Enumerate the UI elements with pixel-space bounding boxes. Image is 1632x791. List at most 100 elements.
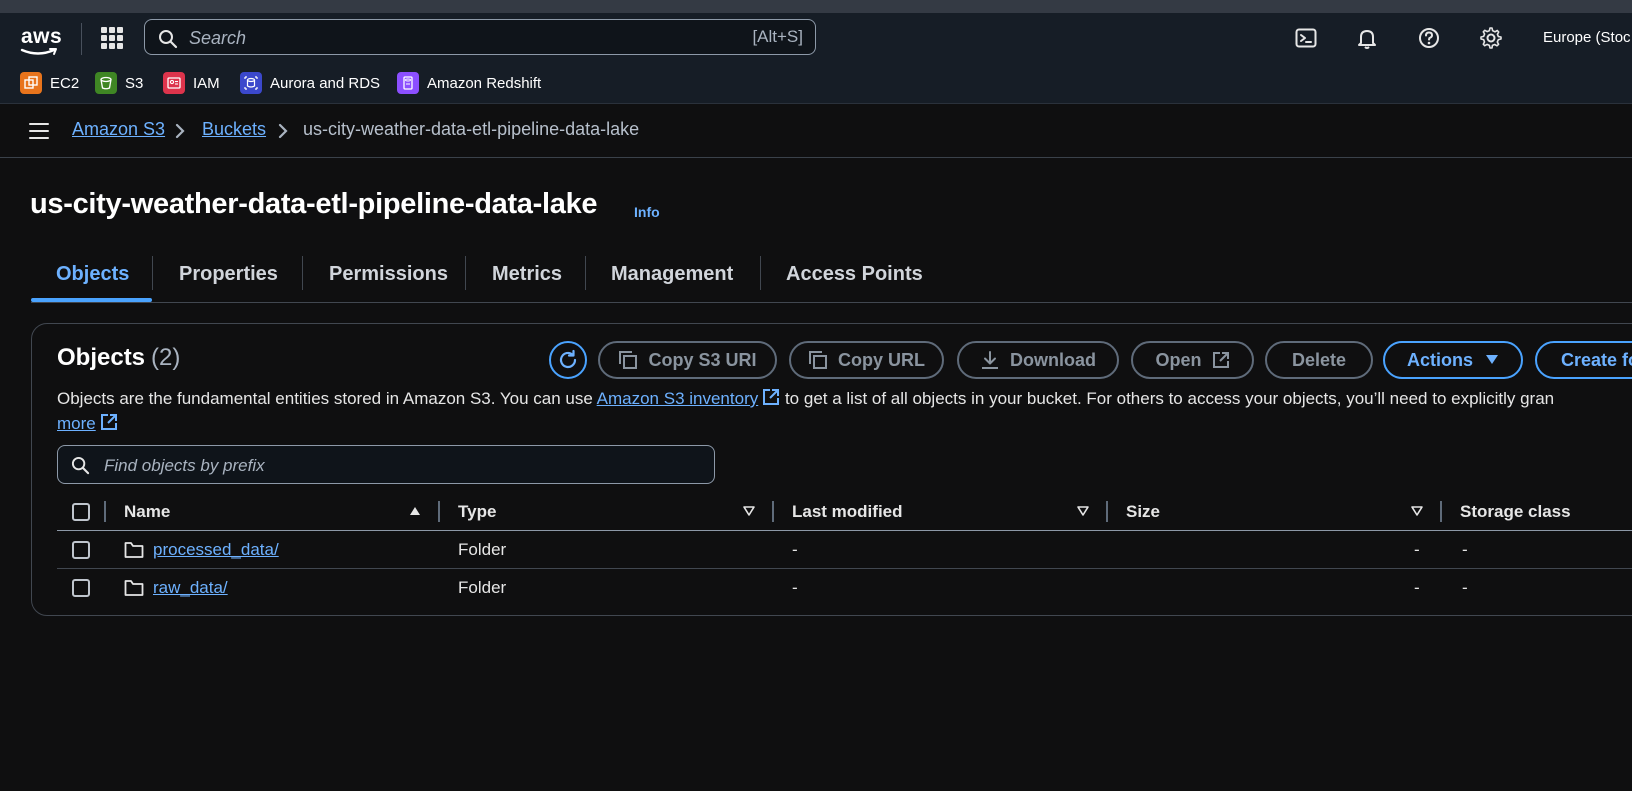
table-row: raw_data/ Folder - - - [57, 569, 1632, 607]
bucket-tabs: Objects Properties Permissions Metrics M… [31, 253, 1632, 303]
iam-icon [163, 72, 185, 94]
delete-button[interactable]: Delete [1265, 341, 1373, 379]
s3-bucket-icon [95, 72, 117, 94]
tab-access-points[interactable]: Access Points [786, 263, 923, 286]
search-icon [159, 30, 178, 49]
copy-url-button[interactable]: Copy URL [789, 341, 944, 379]
row-checkbox[interactable] [72, 579, 90, 597]
tab-metrics[interactable]: Metrics [492, 263, 562, 286]
aws-logo-text: aws [21, 25, 63, 48]
breadcrumb: Amazon S3 Buckets us-city-weather-data-e… [0, 106, 1632, 158]
delete-label: Delete [1291, 349, 1347, 370]
column-divider[interactable] [1106, 501, 1108, 522]
column-header-size[interactable]: Size [1126, 502, 1160, 522]
tab-permissions[interactable]: Permissions [329, 263, 448, 286]
column-header-type[interactable]: Type [458, 502, 496, 522]
favorite-label: S3 [125, 74, 144, 92]
prefix-filter-input[interactable] [102, 453, 686, 479]
favorites-bar: EC2 S3 IAM Aurora and RDS Amazon Redshif… [0, 62, 1632, 104]
refresh-button[interactable] [549, 341, 587, 379]
search-icon [71, 456, 90, 475]
object-storage-class: - [1462, 540, 1468, 559]
copy-url-label: Copy URL [838, 349, 925, 370]
gear-icon[interactable] [1478, 25, 1504, 51]
download-icon [982, 351, 998, 369]
select-all-checkbox[interactable] [72, 503, 90, 521]
copy-s3-uri-button[interactable]: Copy S3 URI [598, 341, 777, 379]
sort-ascending-icon[interactable] [409, 506, 421, 516]
object-last-modified: - [792, 578, 798, 597]
bell-icon[interactable] [1354, 25, 1380, 51]
object-name-link[interactable]: raw_data/ [153, 578, 228, 598]
actions-dropdown-button[interactable]: Actions [1383, 341, 1523, 379]
objects-description: Objects are the fundamental entities sto… [57, 386, 1632, 436]
global-search[interactable]: [Alt+S] [144, 19, 816, 55]
region-selector[interactable]: Europe (Stoc [1543, 29, 1631, 46]
folder-icon [124, 542, 144, 558]
sort-icon[interactable] [1077, 506, 1089, 516]
table-header: Name Type Last modified Size Storage cla… [57, 494, 1632, 531]
column-divider[interactable] [438, 501, 440, 522]
copy-s3-uri-label: Copy S3 URI [648, 349, 757, 370]
services-grid-icon[interactable] [101, 27, 123, 49]
page-title: us-city-weather-data-etl-pipeline-data-l… [30, 188, 598, 220]
copy-icon [619, 351, 638, 369]
favorite-redshift[interactable]: Amazon Redshift [397, 71, 541, 95]
window-top-strip [0, 0, 1632, 13]
column-divider[interactable] [1440, 501, 1442, 522]
hamburger-menu-icon[interactable] [29, 123, 49, 139]
caret-down-icon [1486, 355, 1498, 364]
object-name-link[interactable]: processed_data/ [153, 540, 279, 560]
s3-inventory-link[interactable]: Amazon S3 inventory [597, 389, 759, 408]
create-folder-label: Create fo [1561, 349, 1632, 370]
favorite-iam[interactable]: IAM [163, 71, 220, 95]
favorite-aurora-rds[interactable]: Aurora and RDS [240, 71, 380, 95]
prefix-filter[interactable] [57, 445, 715, 484]
column-header-name[interactable]: Name [124, 502, 170, 522]
breadcrumb-current-bucket: us-city-weather-data-etl-pipeline-data-l… [303, 119, 640, 139]
aws-smile-icon [20, 48, 57, 55]
external-link-icon [100, 414, 117, 430]
favorite-ec2[interactable]: EC2 [20, 71, 79, 95]
nav-divider [81, 23, 82, 55]
breadcrumb-amazon-s3[interactable]: Amazon S3 [72, 119, 165, 140]
row-checkbox[interactable] [72, 541, 90, 559]
info-link[interactable]: Info [634, 204, 660, 220]
search-input[interactable] [187, 25, 711, 51]
chevron-right-icon [278, 123, 288, 139]
tab-divider [302, 256, 303, 290]
external-link-icon [1212, 352, 1229, 368]
column-divider[interactable] [772, 501, 774, 522]
favorite-label: IAM [193, 74, 220, 92]
download-button[interactable]: Download [957, 341, 1119, 379]
ec2-icon [20, 72, 42, 94]
description-text: Objects are the fundamental entities sto… [57, 389, 597, 408]
object-storage-class: - [1462, 578, 1468, 597]
tab-management[interactable]: Management [611, 263, 733, 286]
object-type: Folder [458, 540, 507, 559]
column-header-storage-class[interactable]: Storage class [1460, 502, 1571, 522]
breadcrumb-buckets[interactable]: Buckets [202, 119, 266, 140]
help-icon[interactable] [1416, 25, 1442, 51]
open-button[interactable]: Open [1131, 341, 1254, 379]
learn-more-link[interactable]: more [57, 414, 96, 433]
tab-objects[interactable]: Objects [56, 263, 129, 286]
favorite-s3[interactable]: S3 [95, 71, 143, 95]
sort-icon[interactable] [743, 506, 755, 516]
object-type: Folder [458, 578, 507, 597]
sort-icon[interactable] [1411, 506, 1423, 516]
column-divider [104, 501, 106, 522]
active-tab-indicator [31, 298, 152, 302]
create-folder-button[interactable]: Create fo [1535, 341, 1632, 379]
redshift-icon [397, 72, 419, 94]
cloudshell-icon[interactable] [1293, 25, 1319, 51]
tab-properties[interactable]: Properties [179, 263, 278, 286]
aws-logo[interactable]: aws [20, 25, 62, 59]
column-header-last-modified[interactable]: Last modified [792, 502, 903, 522]
object-last-modified: - [792, 540, 798, 559]
objects-heading: Objects (2) [57, 344, 180, 372]
search-shortcut-hint: [Alt+S] [752, 27, 803, 46]
description-text: to get a list of all objects in your buc… [780, 389, 1555, 408]
favorite-label: Aurora and RDS [270, 74, 381, 92]
download-label: Download [1010, 349, 1096, 370]
